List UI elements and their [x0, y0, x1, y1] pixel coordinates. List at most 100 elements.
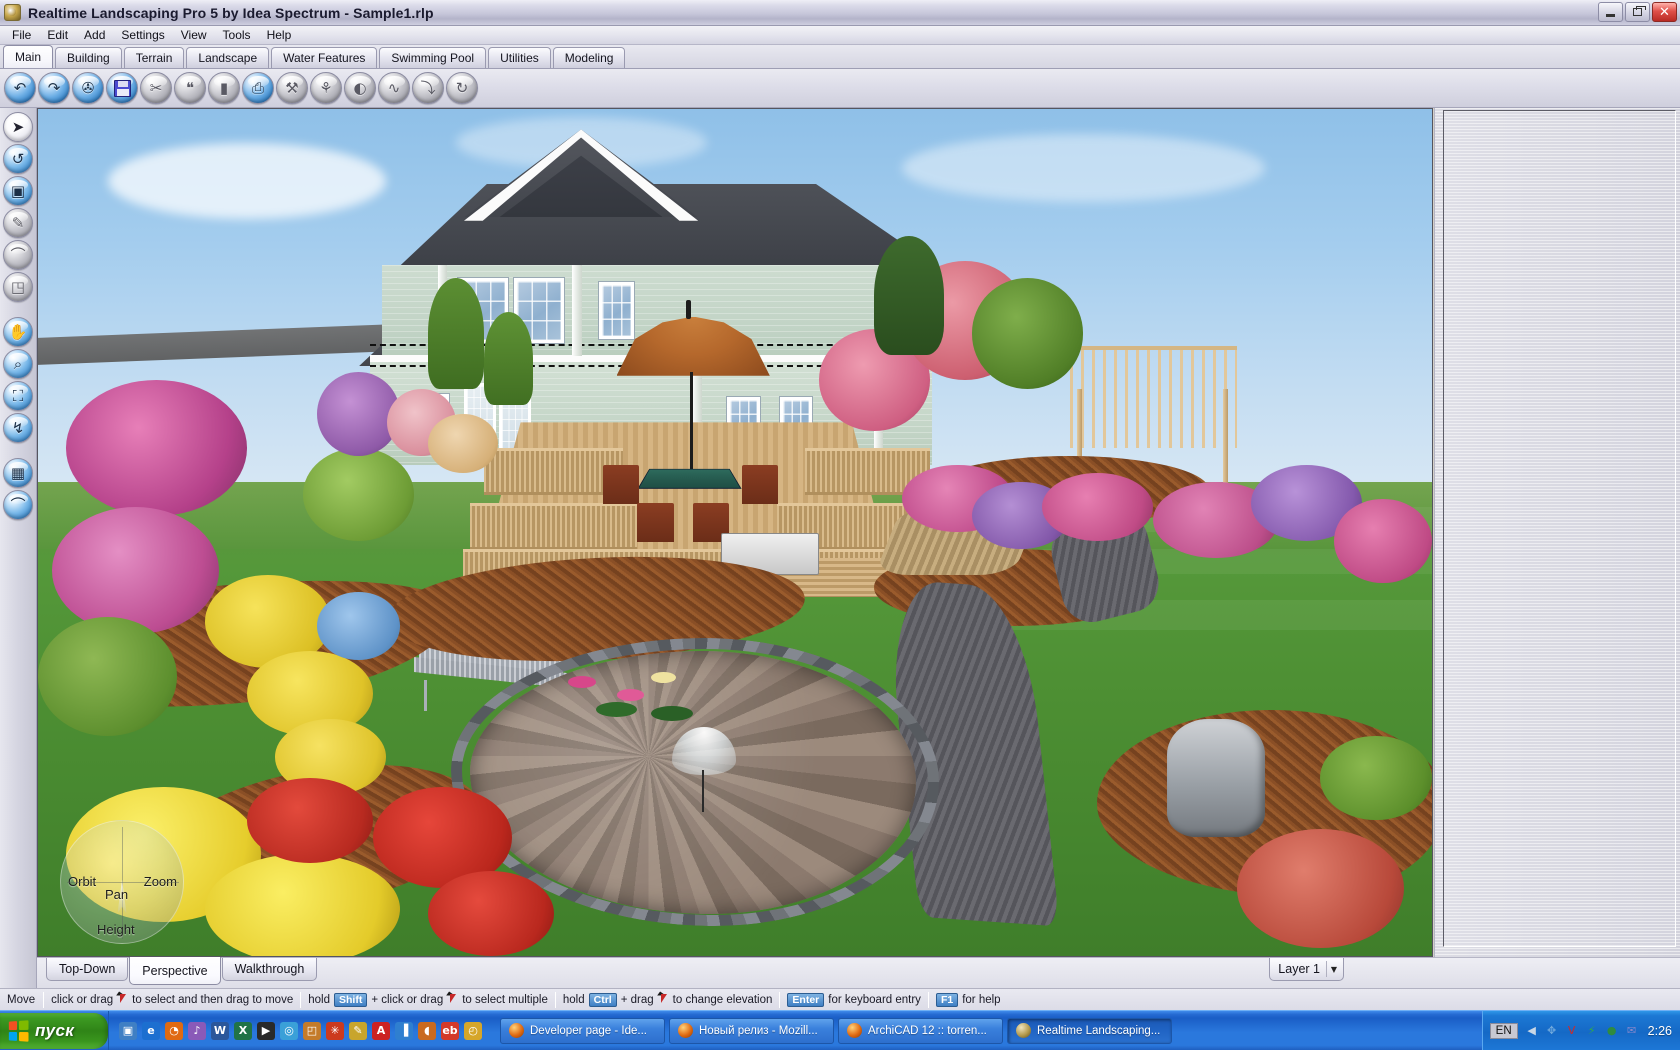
menu-add[interactable]: Add	[76, 27, 113, 43]
photo-viewer-icon[interactable]: ◰	[303, 1021, 321, 1040]
system-clock[interactable]: 2:26	[1646, 1024, 1672, 1038]
patio-table[interactable]	[637, 468, 742, 489]
open-folder-icon[interactable]: ✇	[72, 72, 104, 104]
hide-tray-icon[interactable]: ◀	[1524, 1023, 1540, 1039]
mail-icon[interactable]: ✉	[1624, 1023, 1640, 1039]
close-button[interactable]: ✕	[1652, 2, 1677, 22]
tab-swimming-pool[interactable]: Swimming Pool	[379, 47, 487, 68]
walkthrough-icon[interactable]: ↯	[3, 413, 33, 443]
taskbar-button-label: Realtime Landscaping...	[1037, 1024, 1161, 1037]
tab-water-features[interactable]: Water Features	[271, 47, 378, 68]
taskbar-button[interactable]: Realtime Landscaping...	[1007, 1017, 1172, 1044]
tab-main[interactable]: Main	[3, 45, 54, 68]
stone-fountain[interactable]	[1167, 718, 1265, 838]
conifer[interactable]	[428, 278, 485, 389]
notes-icon[interactable]: ✎	[349, 1021, 367, 1040]
antivirus-icon[interactable]: V	[1564, 1023, 1580, 1039]
shrub[interactable]	[1320, 735, 1432, 821]
menu-file[interactable]: File	[4, 27, 39, 43]
layer-dropdown[interactable]: Layer 1 ▼	[1269, 958, 1344, 981]
tab-modeling[interactable]: Modeling	[552, 47, 626, 68]
taskbar-button[interactable]: ArchiCAD 12 :: torren...	[838, 1017, 1003, 1044]
menu-edit[interactable]: Edit	[39, 27, 76, 43]
restore-button[interactable]	[1625, 2, 1650, 22]
view-tab-walkthrough[interactable]: Walkthrough	[221, 958, 318, 981]
patio-chair[interactable]	[741, 464, 779, 504]
tab-landscape[interactable]: Landscape	[186, 47, 270, 68]
tab-building[interactable]: Building	[55, 47, 122, 68]
evergreen-tree[interactable]	[874, 236, 945, 355]
menu-view[interactable]: View	[173, 27, 215, 43]
acrobat-icon[interactable]: A	[372, 1021, 390, 1040]
yellow-mums[interactable]	[205, 854, 401, 956]
3d-viewport[interactable]: Orbit Zoom Pan Height	[38, 109, 1432, 956]
compass-zoom-label[interactable]: Zoom	[144, 874, 177, 889]
battery-tool-icon[interactable]: ▐	[395, 1021, 413, 1040]
firefox-icon[interactable]: ◔	[165, 1021, 183, 1040]
taskbar-button[interactable]: Developer page - Ide...	[500, 1017, 665, 1044]
redo-icon[interactable]: ↷	[38, 72, 70, 104]
terrain-grid-icon[interactable]: ▦	[3, 458, 33, 488]
print-icon[interactable]: ⎙	[242, 72, 274, 104]
flowering-shrub[interactable]	[51, 507, 220, 635]
language-indicator[interactable]: EN	[1489, 1022, 1518, 1039]
pink-flowers[interactable]	[1041, 473, 1154, 541]
paint-icon[interactable]: ◖	[418, 1021, 436, 1040]
shield-icon[interactable]: ●	[1604, 1023, 1620, 1039]
zoom-region-icon[interactable]: ▣	[3, 176, 33, 206]
winamp-icon[interactable]: ✳	[326, 1021, 344, 1040]
patio-chair[interactable]	[637, 502, 674, 542]
network-icon[interactable]: ✥	[1544, 1023, 1560, 1039]
update-icon[interactable]: ⚡	[1584, 1023, 1600, 1039]
media-player-icon[interactable]: ♪	[188, 1021, 206, 1040]
menu-tools[interactable]: Tools	[215, 27, 259, 43]
pan-hand-icon[interactable]: ✋	[3, 317, 33, 347]
ebay-icon[interactable]: eb	[441, 1021, 459, 1040]
tab-terrain[interactable]: Terrain	[123, 47, 185, 68]
windows-taskbar: пуск ▣ e ◔ ♪ W X ▶ ◎ ◰ ✳ ✎ A ▐ ◖ eb ◴ Developer page - …	[0, 1010, 1680, 1050]
internet-explorer-icon[interactable]: e	[142, 1021, 160, 1040]
taskbar-button[interactable]: Новый релиз - Mozill...	[669, 1017, 834, 1044]
menu-help[interactable]: Help	[259, 27, 300, 43]
menu-settings[interactable]: Settings	[113, 27, 172, 43]
zoom-extents-icon[interactable]: ⛶	[3, 381, 33, 411]
pink-flowers[interactable]	[1334, 498, 1432, 584]
patio-chair[interactable]	[602, 464, 639, 504]
flowering-shrub[interactable]	[65, 380, 248, 516]
orbit-icon[interactable]: ↺	[3, 144, 33, 174]
red-roses[interactable]	[428, 871, 554, 956]
view-tab-top-down[interactable]: Top-Down	[46, 958, 129, 981]
show-desktop-icon[interactable]: ▣	[119, 1021, 137, 1040]
tab-utilities[interactable]: Utilities	[488, 47, 551, 68]
select-arrow-icon[interactable]: ➤	[3, 112, 33, 142]
dvd-tool-icon[interactable]: ◎	[280, 1021, 298, 1040]
undo-icon[interactable]: ↶	[4, 72, 36, 104]
view-tab-perspective[interactable]: Perspective	[129, 957, 221, 985]
firefox-icon	[509, 1023, 524, 1038]
zoom-magnifier-icon[interactable]: ⌕	[3, 349, 33, 379]
tree[interactable]	[971, 278, 1084, 389]
chevron-down-icon[interactable]: ▼	[1326, 961, 1341, 977]
blue-flowers[interactable]	[316, 591, 401, 660]
minimize-button[interactable]	[1598, 2, 1623, 22]
navigation-compass[interactable]: Orbit Zoom Pan Height	[60, 820, 184, 944]
pergola[interactable]	[1069, 346, 1237, 448]
shrub[interactable]	[302, 447, 415, 541]
word-icon[interactable]: W	[211, 1021, 229, 1040]
app-logo-icon	[1016, 1023, 1031, 1038]
compass-height-label[interactable]: Height	[97, 922, 135, 937]
compass-orbit-label[interactable]: Orbit	[68, 874, 96, 889]
shrub[interactable]	[38, 617, 178, 736]
clock-tool-icon[interactable]: ◴	[464, 1021, 482, 1040]
start-button[interactable]: пуск	[0, 1012, 108, 1049]
coleus[interactable]	[1236, 828, 1405, 948]
video-player-icon[interactable]: ▶	[257, 1021, 275, 1040]
taskbar-button-label: Developer page - Ide...	[530, 1024, 647, 1037]
red-roses[interactable]	[247, 778, 373, 863]
excel-icon[interactable]: X	[234, 1021, 252, 1040]
magnet-snap-icon[interactable]: ⌒	[3, 490, 33, 520]
tan-shrub[interactable]	[428, 413, 498, 474]
conifer[interactable]	[484, 312, 533, 406]
save-disk-icon[interactable]	[106, 72, 138, 104]
compass-pan-label[interactable]: Pan	[105, 887, 128, 902]
